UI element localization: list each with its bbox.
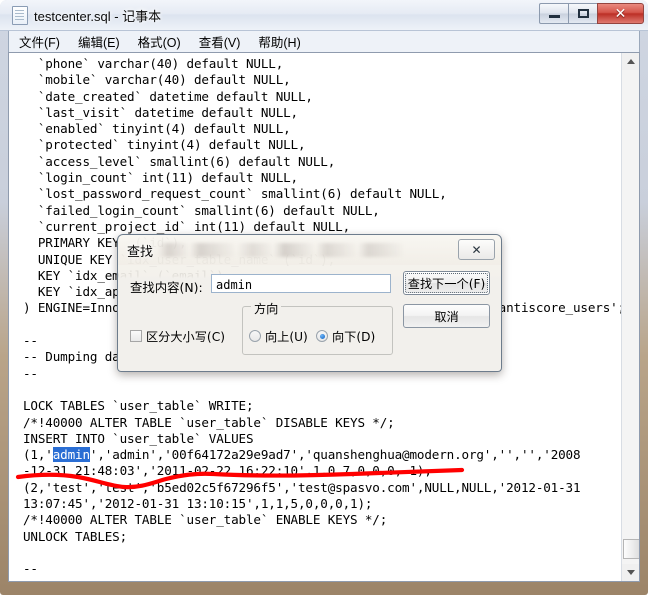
menu-help[interactable]: 帮助(H) — [250, 30, 308, 53]
find-dialog-titlebar[interactable]: 查找 ✕ — [118, 235, 501, 265]
window-controls: ✕ — [539, 3, 644, 24]
find-dialog-title: 查找 — [127, 244, 154, 259]
radio-icon — [249, 330, 261, 342]
find-dialog-close-button[interactable]: ✕ — [458, 239, 495, 260]
match-case-label: 区分大小写(C) — [146, 330, 225, 344]
menu-view[interactable]: 查看(V) — [191, 30, 249, 53]
menu-edit[interactable]: 编辑(E) — [70, 30, 128, 53]
checkbox-icon — [130, 330, 142, 342]
glass-blur-backdrop — [158, 243, 421, 257]
maximize-button[interactable] — [568, 3, 597, 24]
minimize-icon — [540, 4, 568, 23]
direction-groupbox-label: 方向 — [251, 299, 282, 317]
find-dialog-body: 查找内容(N): 查找下一个(F) 取消 方向 向上(U) 向下(D) 区分大小… — [118, 265, 501, 371]
scroll-up-arrow-icon[interactable] — [622, 53, 639, 70]
direction-up-radio[interactable]: 向上(U) — [249, 327, 308, 345]
direction-down-radio[interactable]: 向下(D) — [316, 327, 375, 345]
cancel-button[interactable]: 取消 — [403, 304, 490, 328]
radio-selected-icon — [316, 330, 328, 342]
menu-format[interactable]: 格式(O) — [130, 30, 189, 53]
cancel-label: 取消 — [434, 310, 459, 324]
notepad-icon — [12, 6, 28, 25]
find-dialog[interactable]: 查找 ✕ 查找内容(N): 查找下一个(F) 取消 方向 向上(U) 向下(D — [117, 234, 502, 372]
text-after-selection: ','admin','00f64172a29e9ad7','quanshengh… — [23, 447, 581, 577]
window-titlebar[interactable]: testcenter.sql - 记事本 ✕ — [0, 0, 648, 31]
menubar: 文件(F) 编辑(E) 格式(O) 查看(V) 帮助(H) — [8, 31, 640, 52]
direction-up-label: 向上(U) — [265, 330, 308, 344]
direction-down-label: 向下(D) — [332, 330, 376, 344]
match-case-checkbox[interactable]: 区分大小写(C) — [130, 327, 225, 345]
maximize-icon — [569, 4, 597, 23]
notepad-window: testcenter.sql - 记事本 ✕ 文件(F) 编辑(E) 格式(O)… — [0, 0, 648, 595]
scrollbar-thumb[interactable] — [623, 539, 639, 559]
find-next-label: 查找下一个(F) — [407, 277, 486, 291]
close-icon: ✕ — [471, 242, 482, 257]
selected-match: admin — [52, 447, 90, 463]
find-next-button[interactable]: 查找下一个(F) — [403, 271, 490, 295]
find-what-label: 查找内容(N): — [130, 280, 203, 295]
window-title: testcenter.sql - 记事本 — [34, 9, 162, 24]
close-icon: ✕ — [614, 5, 627, 22]
close-button[interactable]: ✕ — [597, 3, 644, 24]
scroll-down-arrow-icon[interactable] — [622, 564, 639, 581]
minimize-button[interactable] — [539, 3, 568, 24]
menu-file[interactable]: 文件(F) — [11, 30, 68, 53]
find-what-input[interactable] — [211, 274, 391, 293]
vertical-scrollbar[interactable] — [621, 53, 639, 581]
